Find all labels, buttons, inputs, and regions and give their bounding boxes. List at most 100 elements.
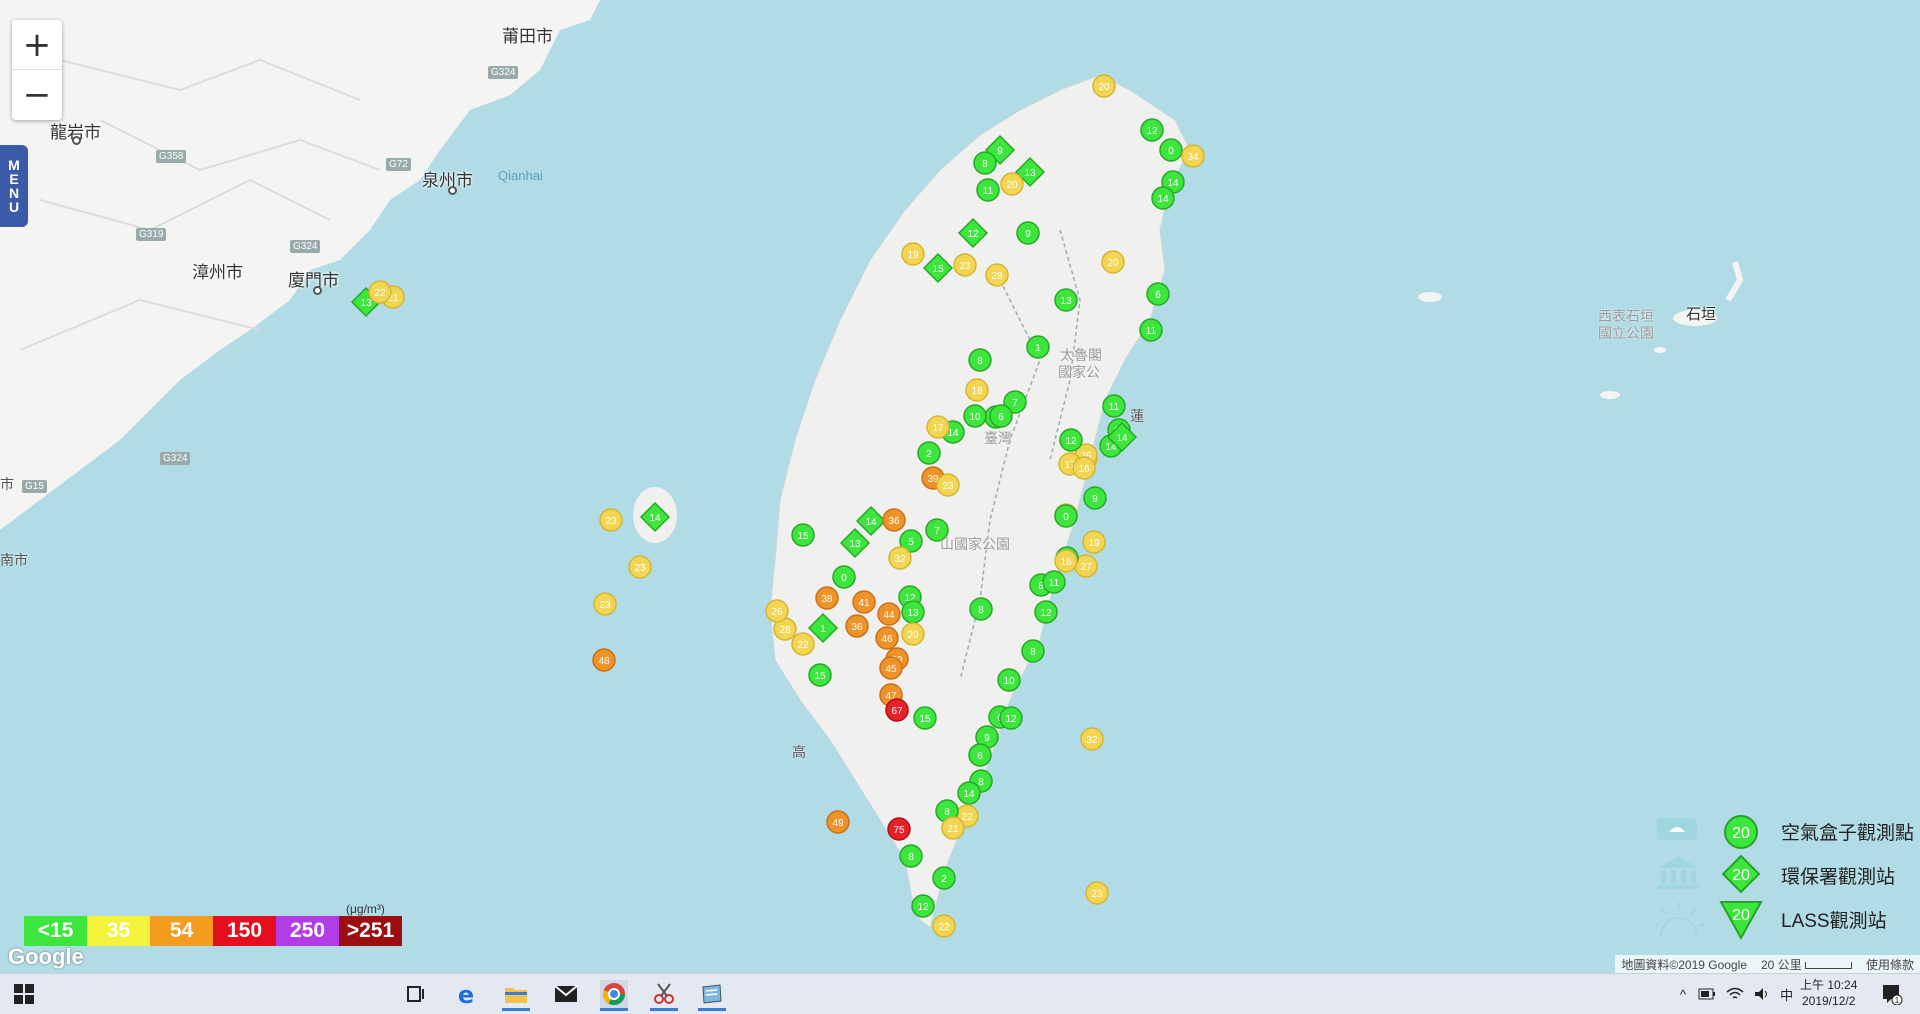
airbox-marker[interactable]: 11 [1042,570,1066,594]
airbox-marker[interactable]: 12 [999,706,1023,730]
file-explorer-button[interactable] [502,980,530,1011]
airbox-marker[interactable]: 8 [1021,639,1045,663]
marker-value: 13 [1060,296,1072,307]
airbox-marker[interactable]: 11 [1139,318,1163,342]
airbox-marker[interactable]: 75 [887,817,911,841]
airbox-marker[interactable]: 14 [1151,186,1175,210]
airbox-marker[interactable]: 15 [913,706,937,730]
zoom-in-button[interactable]: + [12,20,62,70]
airbox-marker[interactable]: 12 [1059,428,1083,452]
airbox-marker[interactable]: 20 [901,622,925,646]
airbox-marker[interactable]: 8 [973,151,997,175]
airbox-marker[interactable]: 13 [901,600,925,624]
airbox-marker[interactable]: 23 [1085,881,1109,905]
airbox-marker[interactable]: 36 [882,508,906,532]
airbox-marker[interactable]: 23 [628,555,652,579]
notepad-button[interactable] [698,980,726,1011]
airbox-marker[interactable]: 6 [968,743,992,767]
airbox-marker[interactable]: 0 [1159,138,1183,162]
airbox-marker[interactable]: 48 [592,648,616,672]
airbox-marker[interactable]: 9 [1016,221,1040,245]
airbox-marker[interactable]: 45 [879,656,903,680]
place-gao: 高 [792,744,806,760]
marker-value: 36 [888,516,900,527]
airbox-marker[interactable]: 2 [917,441,941,465]
airbox-marker[interactable]: 21 [941,816,965,840]
airbox-marker[interactable]: 10 [963,404,987,428]
snipping-tool-button[interactable] [650,980,678,1011]
menu-button[interactable]: M E N U [0,145,28,227]
airbox-marker[interactable]: 22 [932,914,956,938]
airbox-marker[interactable]: 23 [599,508,623,532]
airbox-marker[interactable]: 11 [1102,394,1126,418]
airbox-marker[interactable]: 46 [875,626,899,650]
airbox-marker[interactable]: 19 [901,242,925,266]
airbox-marker[interactable]: 44 [877,602,901,626]
edge-browser-button[interactable]: e [452,980,480,1008]
airbox-marker[interactable]: 16 [1072,456,1096,480]
airbox-marker[interactable]: 26 [765,599,789,623]
airbox-marker[interactable]: 8 [968,348,992,372]
airbox-marker[interactable]: 8 [969,597,993,621]
marker-value: 16 [1078,464,1090,475]
terms-link[interactable]: 使用條款 [1866,956,1914,973]
taskbar-clock[interactable]: 上午 10:24 2019/12/2 [1800,977,1857,1009]
airbox-marker[interactable]: 34 [1181,144,1205,168]
chrome-button[interactable] [600,980,628,1011]
airbox-marker[interactable]: 8 [899,844,923,868]
marker-value: 15 [919,714,931,725]
marker-value: 75 [893,825,905,836]
airbox-marker[interactable]: 23 [953,253,977,277]
airbox-marker[interactable]: 12 [911,894,935,918]
map-view[interactable]: 13 21 22 20 12 0 34 14 9 8 13 11 20 12 9 15 19 23 13 14 6 11 2… [0,0,1920,973]
airbox-marker[interactable]: 2 [932,866,956,890]
airbox-marker[interactable]: 19 [1082,530,1106,554]
city-dot [72,136,81,145]
airbox-marker[interactable]: 23 [593,592,617,616]
airbox-marker[interactable]: 49 [826,810,850,834]
airbox-marker[interactable]: 16 [1054,549,1078,573]
airbox-marker[interactable]: 32 [888,546,912,570]
airbox-marker[interactable]: 6 [989,404,1013,428]
airbox-marker[interactable]: 0 [1054,504,1078,528]
airbox-marker[interactable]: 17 [926,415,950,439]
ime-indicator[interactable]: 中 [1780,985,1793,1004]
airbox-marker[interactable]: 20 [1092,74,1116,98]
zoom-out-button[interactable]: − [12,70,62,120]
airbox-marker[interactable]: 12 [1140,118,1164,142]
airbox-marker[interactable]: 38 [815,586,839,610]
airbox-marker[interactable]: 13 [1054,288,1078,312]
airbox-marker[interactable]: 28 [985,263,1009,287]
marker-value: 14 [649,513,661,524]
mail-button[interactable] [552,980,580,1008]
pm25-color-scale: <15 35 54 150 250 >251 [24,916,402,946]
airbox-marker[interactable]: 41 [852,590,876,614]
legend-lass-label: LASS觀測站 [1781,911,1887,932]
folder-icon [505,988,527,1003]
airbox-marker[interactable]: 67 [885,698,909,722]
airbox-marker[interactable]: 1 [1026,335,1050,359]
airbox-marker[interactable]: 11 [976,178,1000,202]
airbox-marker[interactable]: 22 [791,632,815,656]
start-button[interactable] [10,980,38,1008]
task-view-button[interactable] [402,980,430,1008]
airbox-marker[interactable]: 15 [791,523,815,547]
airbox-marker[interactable]: 22 [368,280,392,304]
airbox-marker[interactable]: 0 [832,565,856,589]
airbox-marker[interactable]: 10 [997,668,1021,692]
airbox-marker[interactable]: 14 [957,781,981,805]
airbox-marker[interactable]: 9 [1083,486,1107,510]
airbox-marker[interactable]: 6 [1146,282,1170,306]
airbox-marker[interactable]: 36 [845,614,869,638]
marker-value: 13 [849,539,861,550]
airbox-marker[interactable]: 23 [936,473,960,497]
menu-letter: E [9,171,19,187]
airbox-marker[interactable]: 20 [1000,172,1024,196]
tray-chevron-icon[interactable]: ^ [1680,987,1686,1002]
airbox-marker[interactable]: 12 [1034,600,1058,624]
airbox-marker[interactable]: 18 [965,378,989,402]
airbox-marker[interactable]: 15 [808,663,832,687]
action-center-button[interactable]: 1 [1878,980,1906,1008]
airbox-marker[interactable]: 20 [1101,250,1125,274]
airbox-marker[interactable]: 32 [1080,727,1104,751]
